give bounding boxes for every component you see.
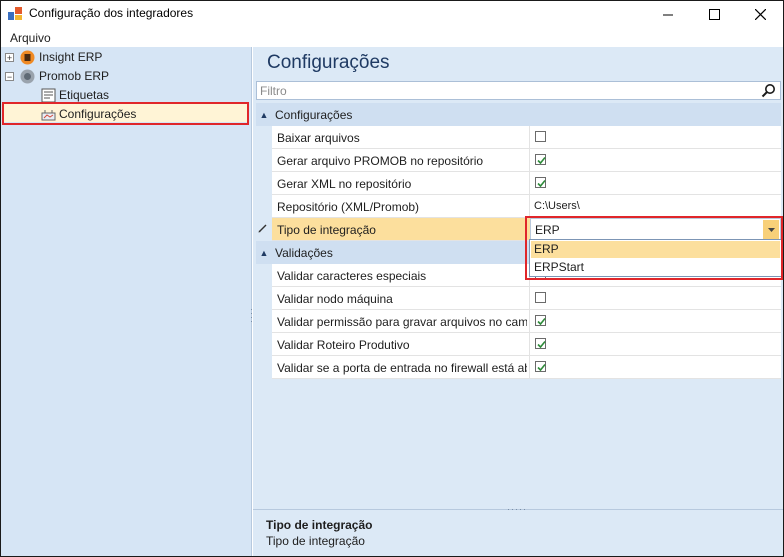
- main-window: Configuração dos integradores Arquivo + …: [0, 0, 784, 557]
- filter-input[interactable]: [260, 83, 750, 98]
- minimize-icon: [662, 14, 673, 15]
- checkbox-validar-roteiro[interactable]: [535, 338, 546, 349]
- close-button[interactable]: [737, 1, 783, 27]
- property-row-repositorio[interactable]: Repositório (XML/Promob) C:\Users\: [272, 195, 781, 218]
- property-name: Validar Roteiro Produtivo: [277, 338, 410, 352]
- property-name: Baixar arquivos: [277, 131, 360, 145]
- category-label: Configurações: [275, 107, 353, 122]
- property-name: Validar permissão para gravar arquivos n…: [277, 315, 527, 329]
- help-description: Tipo de integração: [266, 534, 365, 548]
- resize-grip-icon[interactable]: [507, 508, 527, 511]
- search-icon[interactable]: [761, 83, 776, 98]
- annotation-box-tree: [2, 102, 249, 125]
- close-icon: [754, 8, 766, 20]
- maximize-button[interactable]: [691, 1, 737, 27]
- tree-node-insight-erp[interactable]: + Insight ERP: [5, 48, 102, 66]
- promob-erp-icon: [20, 69, 35, 83]
- property-row-validar-roteiro[interactable]: Validar Roteiro Produtivo: [272, 333, 781, 356]
- checkbox-validar-firewall[interactable]: [535, 361, 546, 372]
- menu-arquivo[interactable]: Arquivo: [10, 31, 51, 45]
- property-name: Tipo de integração: [277, 223, 376, 237]
- check-icon: [537, 179, 546, 188]
- property-name: Gerar arquivo PROMOB no repositório: [277, 154, 484, 168]
- expand-icon[interactable]: +: [5, 52, 14, 62]
- tree-node-label: Promob ERP: [39, 69, 110, 83]
- title-bar: Configuração dos integradores: [1, 1, 783, 27]
- property-name: Validar nodo máquina: [277, 292, 393, 306]
- tree-node-label: Insight ERP: [39, 50, 103, 64]
- panel-title: Configurações: [267, 52, 390, 73]
- annotation-box-dropdown: [525, 216, 783, 280]
- maximize-icon: [708, 8, 720, 20]
- property-row-gerar-arquivo-promob[interactable]: Gerar arquivo PROMOB no repositório: [272, 149, 781, 172]
- window-title: Configuração dos integradores: [29, 6, 194, 20]
- category-label: Validações: [275, 245, 333, 260]
- check-icon: [537, 156, 546, 165]
- collapse-icon[interactable]: −: [5, 71, 14, 81]
- property-row-baixar-arquivos[interactable]: Baixar arquivos: [272, 126, 781, 149]
- checkbox-validar-nodo[interactable]: [535, 292, 546, 303]
- etiquetas-icon: [41, 88, 56, 102]
- edit-pencil-icon: [258, 224, 267, 233]
- property-value-repositorio[interactable]: C:\Users\: [534, 200, 580, 212]
- checkbox-baixar-arquivos[interactable]: [535, 131, 546, 142]
- filter-box: [256, 81, 781, 100]
- property-name: Gerar XML no repositório: [277, 177, 412, 191]
- tree-node-promob-erp[interactable]: − Promob ERP: [5, 67, 109, 85]
- app-icon: [8, 7, 22, 20]
- menu-bar: Arquivo: [1, 28, 783, 47]
- tree-panel: + Insight ERP − Promob ERP Etiquetas Con…: [1, 47, 252, 556]
- checkbox-gerar-arquivo-promob[interactable]: [535, 154, 546, 165]
- collapse-arrow-icon[interactable]: ▲: [256, 110, 272, 120]
- check-icon: [537, 317, 546, 326]
- collapse-arrow-icon[interactable]: ▲: [256, 248, 272, 258]
- property-row-validar-firewall[interactable]: Validar se a porta de entrada no firewal…: [272, 356, 781, 379]
- property-row-validar-permissao[interactable]: Validar permissão para gravar arquivos n…: [272, 310, 781, 333]
- help-title: Tipo de integração: [266, 518, 373, 532]
- check-icon: [537, 363, 546, 372]
- insight-erp-icon: [20, 50, 35, 64]
- minimize-button[interactable]: [645, 1, 691, 27]
- help-pane: Tipo de integração Tipo de integração: [253, 508, 783, 556]
- tree-node-label: Etiquetas: [59, 88, 110, 102]
- category-configuracoes[interactable]: ▲ Configurações: [256, 103, 781, 126]
- property-panel: Configurações ▲ Configurações Baixar arq…: [253, 47, 783, 556]
- property-name: Validar caracteres especiais: [277, 269, 427, 283]
- property-row-validar-nodo[interactable]: Validar nodo máquina: [272, 287, 781, 310]
- checkbox-gerar-xml[interactable]: [535, 177, 546, 188]
- check-icon: [537, 340, 546, 349]
- property-name: Repositório (XML/Promob): [277, 200, 420, 214]
- checkbox-validar-permissao[interactable]: [535, 315, 546, 326]
- property-row-gerar-xml[interactable]: Gerar XML no repositório: [272, 172, 781, 195]
- property-name: Validar se a porta de entrada no firewal…: [277, 361, 527, 375]
